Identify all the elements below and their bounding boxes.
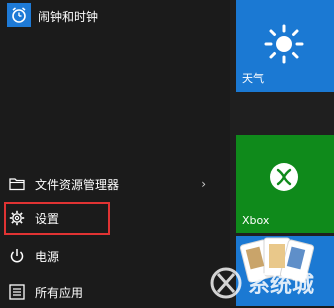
menu-item-file-explorer[interactable]: 文件资源管理器 › — [0, 168, 230, 200]
settings-highlight-box — [4, 202, 110, 235]
start-menu-left-pane: 闹钟和时钟 文件资源管理器 › 设置 电源 所有应用 — [0, 0, 230, 306]
power-icon — [9, 248, 25, 264]
tile-xbox[interactable]: Xbox — [236, 135, 334, 233]
all-apps-icon — [9, 284, 25, 300]
sun-icon — [264, 24, 304, 64]
app-item-alarms-label: 闹钟和时钟 — [38, 10, 99, 24]
menu-item-power[interactable]: 电源 — [0, 240, 230, 272]
alarm-clock-icon — [7, 3, 31, 27]
tile-weather[interactable]: 天气 — [236, 0, 334, 92]
tile-weather-label: 天气 — [242, 72, 264, 85]
menu-item-all-apps-label: 所有应用 — [35, 285, 84, 300]
watermark-logo: 系统城 — [210, 267, 314, 299]
folder-icon — [9, 176, 25, 192]
xbox-icon — [270, 163, 298, 191]
menu-item-power-label: 电源 — [35, 249, 60, 264]
chevron-right-icon[interactable]: › — [201, 177, 206, 191]
tile-xbox-label: Xbox — [242, 214, 270, 227]
menu-item-file-explorer-label: 文件资源管理器 — [35, 177, 120, 192]
menu-item-all-apps[interactable]: 所有应用 — [0, 276, 230, 308]
watermark-text: 系统城 — [248, 272, 314, 298]
app-item-alarms[interactable]: 闹钟和时钟 — [0, 0, 230, 34]
